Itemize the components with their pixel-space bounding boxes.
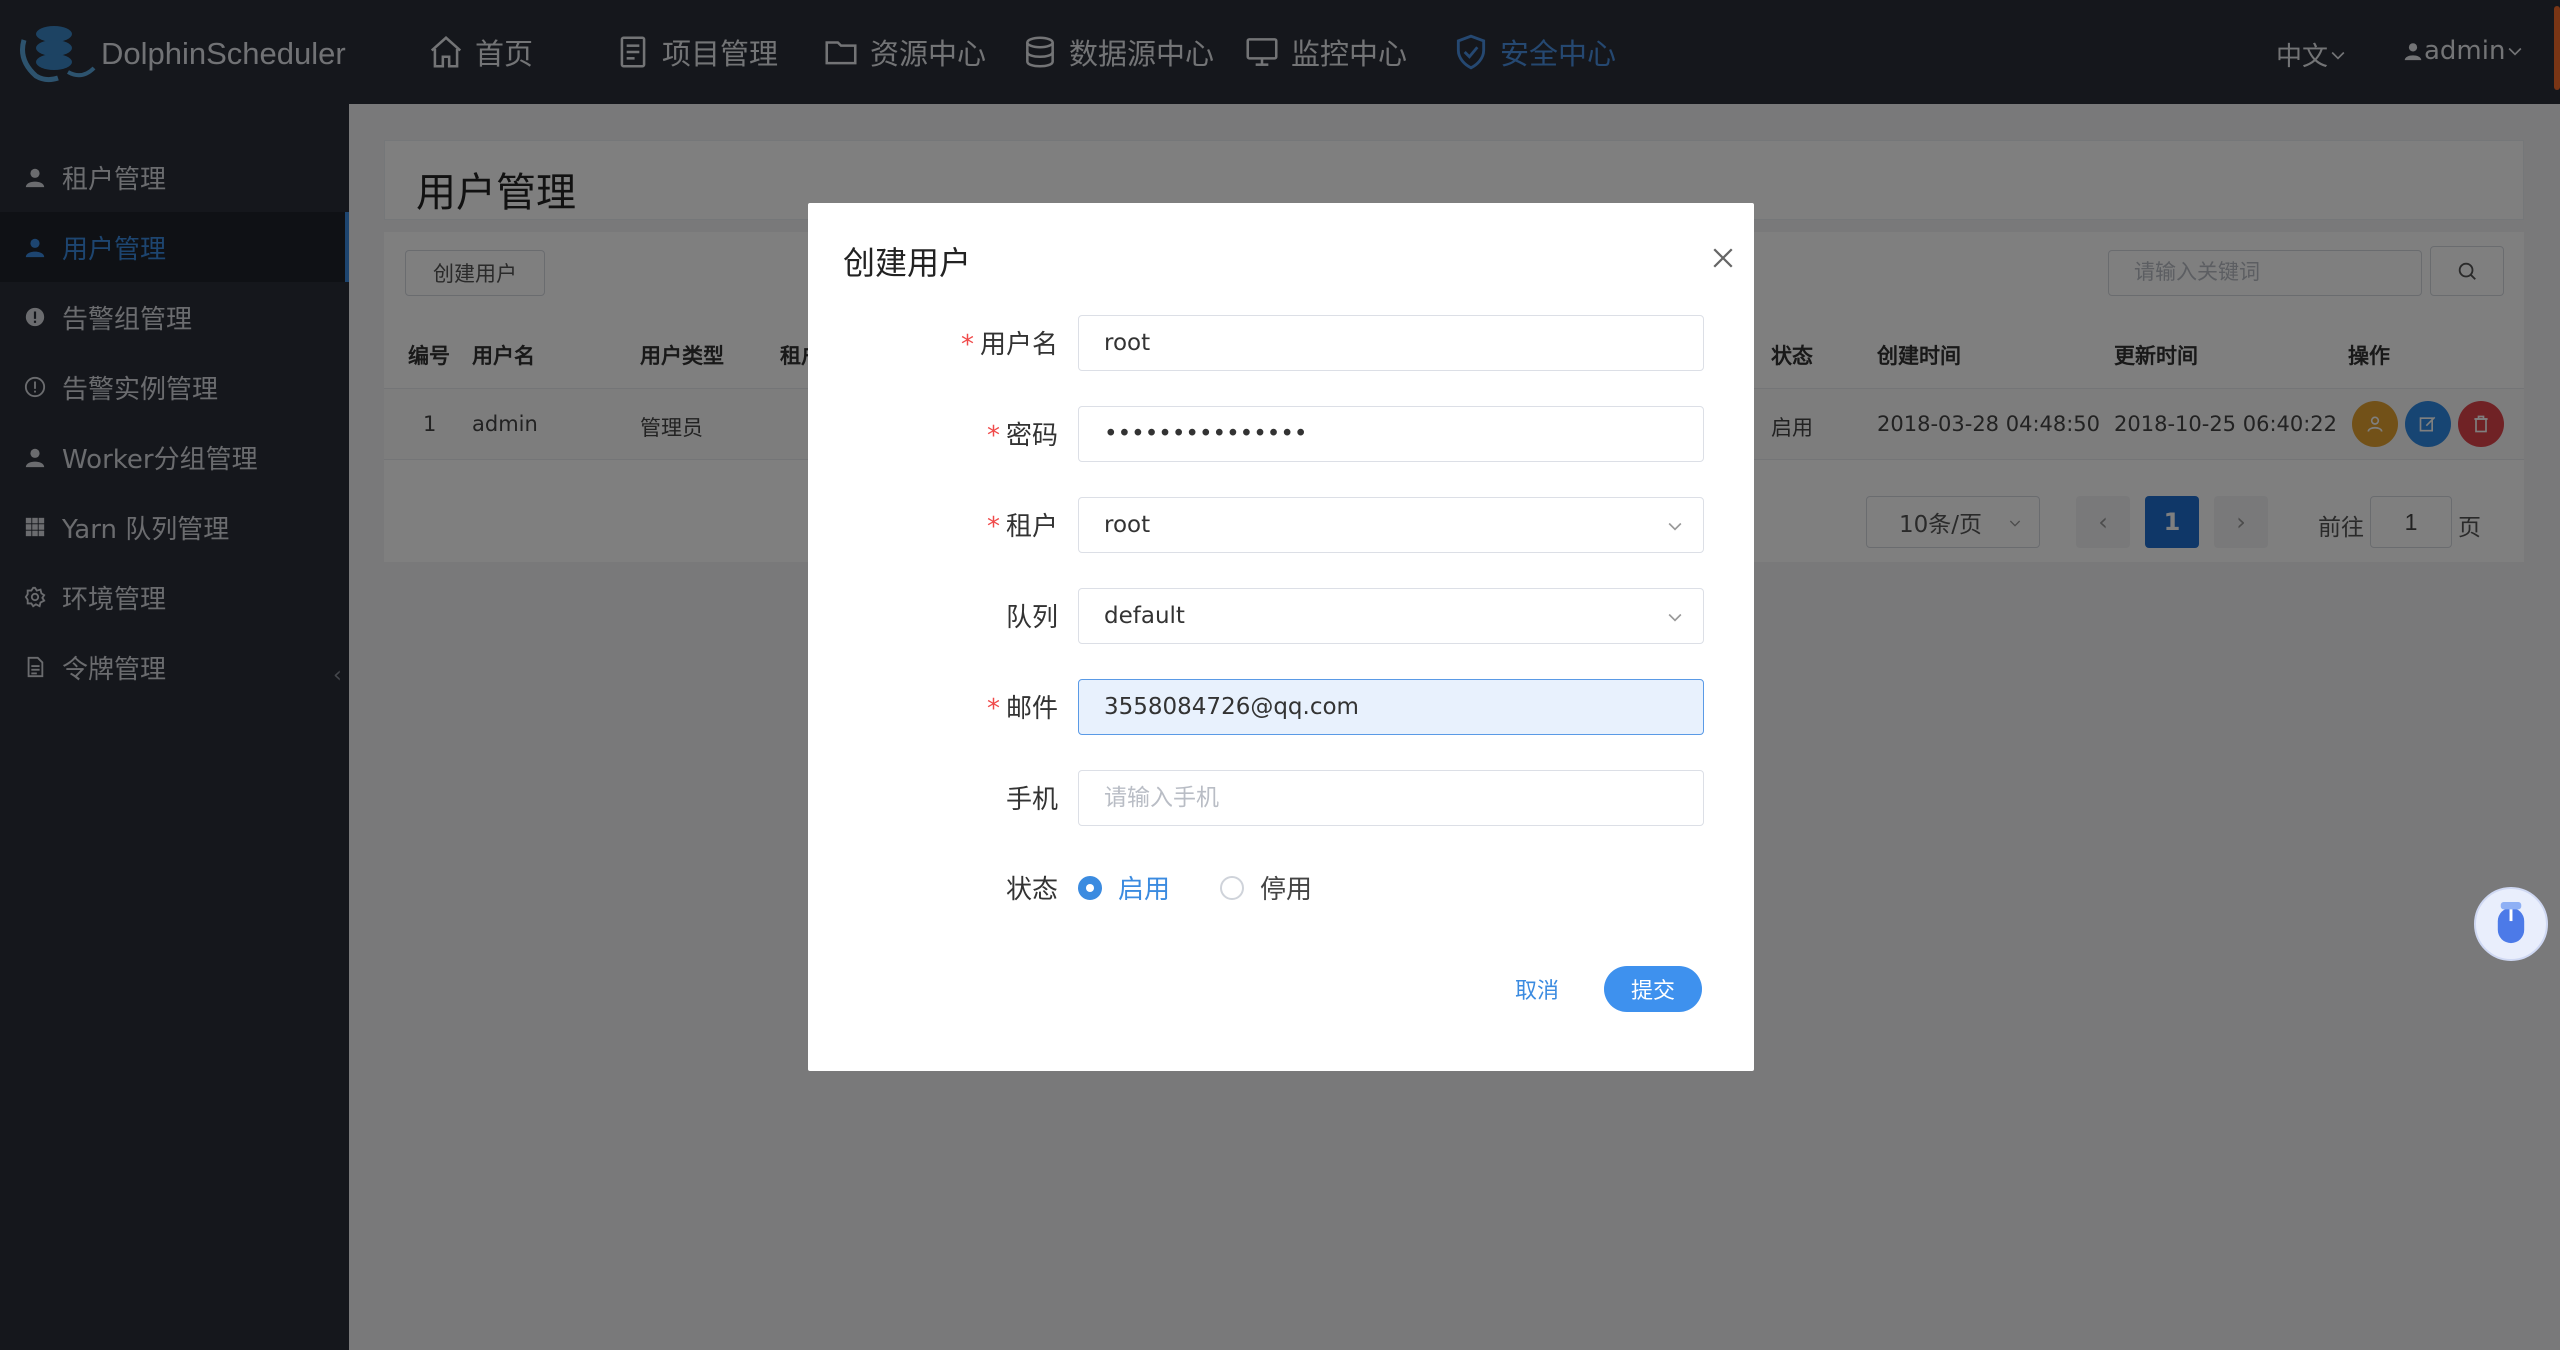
tenant-label: * 租户 <box>986 512 1058 542</box>
phone-label: 手机 <box>1005 785 1058 815</box>
username-label: * 用户名 <box>960 330 1058 360</box>
status-label: 状态 <box>1005 875 1058 905</box>
status-radio-enabled[interactable]: 启用 <box>1078 869 1170 906</box>
radio-indicator <box>1078 875 1102 900</box>
create-user-dialog: 创建用户 *用户名 *密码 *租户 root 队列 default *邮件 手机… <box>808 203 1754 1071</box>
queue-select[interactable]: default <box>1078 588 1704 644</box>
email-field[interactable] <box>1078 679 1704 735</box>
chevron-down-icon <box>1668 613 1682 622</box>
tenant-value: root <box>1104 512 1151 538</box>
close-icon[interactable] <box>1708 243 1738 273</box>
radio-label: 停用 <box>1260 875 1313 905</box>
chevron-down-icon <box>1668 522 1682 531</box>
cancel-button[interactable]: 取消 <box>1498 966 1576 1012</box>
radio-label: 启用 <box>1118 875 1171 905</box>
floating-assistant-button[interactable] <box>2474 887 2548 961</box>
password-label: * 密码 <box>986 421 1058 451</box>
email-label: * 邮件 <box>986 694 1058 724</box>
tenant-select[interactable]: root <box>1078 497 1704 553</box>
radio-indicator <box>1220 875 1244 900</box>
username-field[interactable] <box>1078 315 1704 371</box>
phone-field[interactable] <box>1078 770 1704 826</box>
queue-value: default <box>1104 603 1185 629</box>
mouse-icon <box>2497 902 2525 944</box>
status-radio-disabled[interactable]: 停用 <box>1220 869 1312 906</box>
password-field[interactable] <box>1078 406 1704 462</box>
queue-label: 队列 <box>1005 603 1058 633</box>
submit-button[interactable]: 提交 <box>1604 966 1702 1012</box>
dialog-title: 创建用户 <box>843 244 972 282</box>
